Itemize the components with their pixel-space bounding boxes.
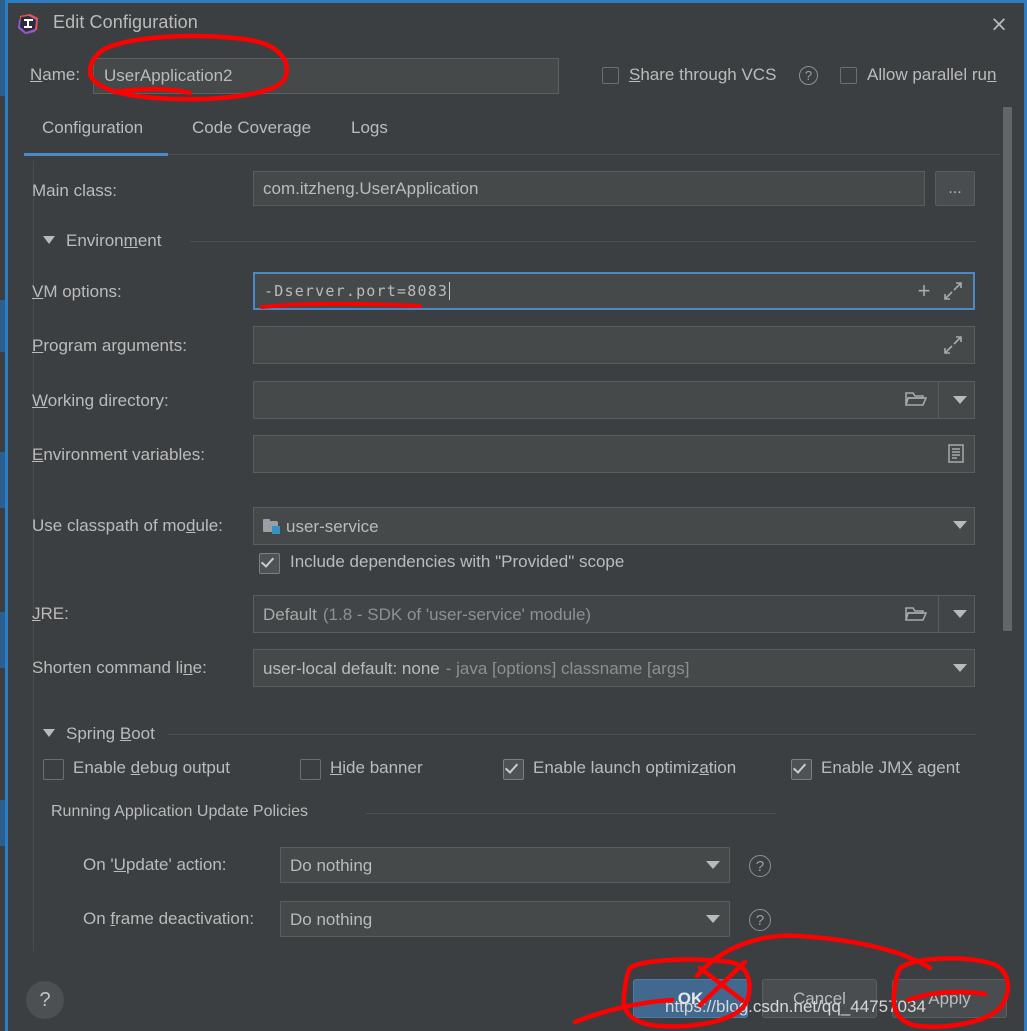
on-frame-deactivation-combo[interactable]: Do nothing <box>280 901 730 937</box>
content-left-rule <box>33 161 34 951</box>
update-policies-rule <box>366 813 776 814</box>
environment-collapse-toggle[interactable] <box>43 236 55 244</box>
close-icon[interactable]: × <box>986 11 1012 37</box>
shorten-command-line-hint: - java [options] classname [args] <box>445 658 690 678</box>
main-class-label: Main class: <box>32 181 118 200</box>
hide-banner-checkbox[interactable] <box>300 759 321 780</box>
window-title: Edit Configuration <box>53 12 198 32</box>
shorten-command-line-combo[interactable]: user-local default: none - java [options… <box>253 649 975 687</box>
main-class-browse-button[interactable]: ... <box>935 171 975 206</box>
enable-debug-output-label: Enable debug output <box>73 758 230 777</box>
on-frame-deactivation-label: On frame deactivation: <box>83 909 255 928</box>
enable-jmx-agent-label: Enable JMX agent <box>821 758 960 777</box>
enable-jmx-agent-checkbox[interactable] <box>791 759 812 780</box>
share-through-vcs-checkbox[interactable] <box>602 67 619 84</box>
on-frame-deactivation-dropdown-icon[interactable] <box>706 915 720 923</box>
working-dir-divider <box>938 382 939 418</box>
enable-debug-output-checkbox[interactable] <box>43 759 64 780</box>
jre-dropdown-icon[interactable] <box>953 610 967 618</box>
main-class-input[interactable]: com.itzheng.UserApplication <box>253 171 925 206</box>
include-provided-scope-label: Include dependencies with "Provided" sco… <box>290 552 625 571</box>
module-folder-icon <box>263 519 280 534</box>
share-vcs-help-icon[interactable]: ? <box>799 66 818 85</box>
classpath-module-value: user-service <box>286 516 379 536</box>
jre-value: Default <box>263 604 317 624</box>
working-directory-label: Working directory: <box>32 391 169 410</box>
tab-baseline <box>168 154 1008 155</box>
jre-divider <box>938 596 939 632</box>
jre-value-hint: (1.8 - SDK of 'user-service' module) <box>322 604 592 624</box>
enable-launch-optimization-label: Enable launch optimization <box>533 758 737 777</box>
tab-active-indicator <box>24 153 168 156</box>
environment-variables-input[interactable] <box>253 435 975 473</box>
allow-parallel-run-label: Allow parallel run <box>867 65 997 84</box>
shorten-command-line-label: Shorten command line: <box>32 658 207 677</box>
edit-configuration-dialog: Edit Configuration × Name: UserApplicati… <box>0 0 1027 1031</box>
on-update-action-dropdown-icon[interactable] <box>706 861 720 869</box>
include-provided-scope-checkbox[interactable] <box>259 553 280 574</box>
environment-section-title: Environment <box>66 231 162 250</box>
tab-configuration[interactable]: Configuration <box>42 118 143 138</box>
document-list-icon[interactable] <box>946 443 966 464</box>
watermark-text: https://blog.csdn.net/qq_44757034 <box>665 997 926 1016</box>
jre-combo[interactable]: Default (1.8 - SDK of 'user-service' mod… <box>253 595 975 633</box>
program-arguments-label: Program arguments: <box>32 336 187 355</box>
update-policies-title: Running Application Update Policies <box>51 803 309 820</box>
spring-boot-section-title: Spring Boot <box>66 724 155 743</box>
title-bar: Edit Configuration × <box>8 3 1024 47</box>
share-through-vcs-label: Share through VCS <box>629 65 777 84</box>
folder-icon-jre[interactable] <box>905 604 927 624</box>
folder-icon[interactable] <box>905 389 927 409</box>
dialog-help-icon[interactable]: ? <box>26 981 64 1019</box>
content-scrollbar-thumb[interactable] <box>1003 107 1012 631</box>
spring-boot-collapse-toggle[interactable] <box>43 729 55 737</box>
intellij-idea-icon <box>18 14 38 34</box>
on-update-action-help-icon[interactable]: ? <box>749 855 771 877</box>
on-update-action-combo[interactable]: Do nothing <box>280 847 730 883</box>
hide-banner-label: Hide banner <box>330 758 423 777</box>
classpath-module-label: Use classpath of module: <box>32 516 223 535</box>
vm-options-value: -Dserver.port=8083 <box>264 281 449 300</box>
vm-options-input[interactable]: -Dserver.port=8083 <box>253 272 975 310</box>
environment-variables-label: Environment variables: <box>32 445 205 464</box>
tab-bar: Configuration Code Coverage Logs <box>24 118 1008 156</box>
spring-boot-section-rule <box>168 734 976 735</box>
tab-code-coverage[interactable]: Code Coverage <box>192 118 311 138</box>
working-directory-input[interactable] <box>253 381 975 419</box>
tab-logs[interactable]: Logs <box>351 118 388 138</box>
text-caret <box>449 282 451 300</box>
vm-options-label: VM options: <box>32 282 122 301</box>
name-label: Name: <box>30 65 81 84</box>
shorten-command-line-value: user-local default: none <box>263 658 440 678</box>
allow-parallel-run-checkbox[interactable] <box>840 67 857 84</box>
jre-label: JRE: <box>32 604 69 623</box>
expand-arrows-icon-program-args[interactable] <box>943 335 963 355</box>
working-directory-dropdown-icon[interactable] <box>953 396 967 404</box>
on-update-action-label: On 'Update' action: <box>83 855 227 874</box>
classpath-module-dropdown-icon[interactable] <box>953 521 967 529</box>
plus-icon[interactable]: + <box>913 280 935 302</box>
enable-launch-optimization-checkbox[interactable] <box>503 759 524 780</box>
shorten-command-line-dropdown-icon[interactable] <box>953 664 967 672</box>
name-input[interactable]: UserApplication2 <box>93 58 559 94</box>
environment-section-rule <box>190 241 976 242</box>
expand-arrows-icon[interactable] <box>943 281 963 301</box>
classpath-module-combo[interactable]: user-service <box>253 507 975 545</box>
program-arguments-input[interactable] <box>253 326 975 364</box>
dialog-body: Edit Configuration × Name: UserApplicati… <box>8 3 1024 1031</box>
on-frame-deactivation-help-icon[interactable]: ? <box>749 909 771 931</box>
